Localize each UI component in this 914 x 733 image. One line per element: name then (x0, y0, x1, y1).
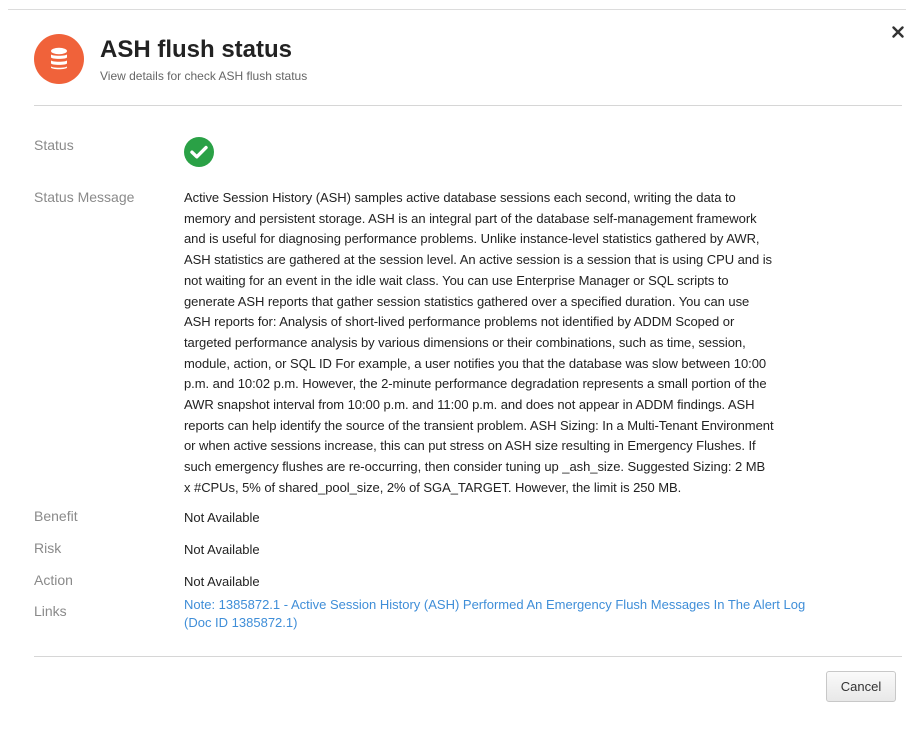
database-icon (34, 34, 84, 84)
status-message-line: and is useful for diagnosing performance… (184, 231, 760, 247)
status-message-row: Status Message Active Session History (A… (34, 188, 854, 499)
status-message-line: AWR snapshot interval from 10:00 p.m. an… (184, 397, 755, 413)
check-circle-icon (184, 137, 214, 167)
risk-row: Risk Not Available (34, 540, 854, 561)
benefit-row: Benefit Not Available (34, 508, 854, 529)
status-message-line: targeted performance analysis by various… (184, 334, 746, 350)
action-row: Action Not Available (34, 572, 854, 593)
action-label: Action (34, 572, 73, 588)
links-row: Links Note: 1385872.1 - Active Session H… (34, 596, 854, 632)
dialog-top-border (8, 9, 906, 10)
close-icon (892, 25, 904, 43)
header-divider (34, 105, 902, 106)
status-message-line: p.m. and 10:02 p.m. However, the 2-minut… (184, 376, 767, 392)
doc-link-line[interactable]: (Doc ID 1385872.1) (184, 614, 834, 632)
risk-value: Not Available (184, 542, 260, 557)
status-label: Status (34, 137, 74, 153)
status-message-line: ASH reports for: Analysis of short-lived… (184, 314, 735, 330)
status-message-line: module, action, or SQL ID For example, a… (184, 355, 767, 371)
dialog-header: ASH flush status View details for check … (34, 34, 307, 90)
footer-divider (34, 656, 902, 657)
status-message-line: reports can help identify the source of … (184, 417, 774, 433)
links-label: Links (34, 603, 67, 619)
dialog-title: ASH flush status (100, 36, 293, 63)
status-message-line: Active Session History (ASH) samples act… (184, 190, 736, 205)
status-message-line: x #CPUs, 5% of shared_pool_size, 2% of S… (184, 479, 682, 495)
doc-link-line[interactable]: Note: 1385872.1 - Active Session History… (184, 596, 834, 614)
doc-link[interactable]: Note: 1385872.1 - Active Session History… (184, 596, 834, 632)
status-message-line: such emergency flushes are re-occurring,… (184, 459, 766, 475)
status-row: Status (34, 137, 854, 167)
risk-label: Risk (34, 540, 62, 556)
status-message-line: ASH statistics are gathered at the sessi… (184, 252, 772, 268)
close-button[interactable] (888, 24, 908, 44)
cancel-button[interactable]: Cancel (826, 671, 896, 702)
action-value: Not Available (184, 574, 260, 589)
status-message-line: memory and persistent storage. ASH is an… (184, 210, 757, 226)
benefit-value: Not Available (184, 510, 260, 525)
benefit-label: Benefit (34, 508, 78, 524)
status-message-line: not waiting for an event in the idle wai… (184, 272, 729, 288)
status-message-line: generate ASH reports that gather session… (184, 293, 750, 309)
status-message-text: Active Session History (ASH) samples act… (184, 188, 829, 499)
status-message-line: or when active sessions increase, this c… (184, 438, 756, 454)
dialog-subtitle: View details for check ASH flush status (100, 69, 308, 83)
status-message-label: Status Message (34, 189, 135, 205)
ash-flush-status-dialog: ASH flush status View details for check … (0, 0, 914, 733)
